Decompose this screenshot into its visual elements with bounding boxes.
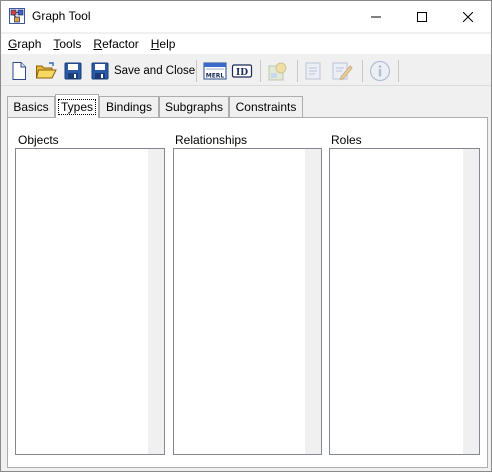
minimize-button[interactable]: [353, 1, 399, 32]
minimize-icon: [371, 16, 381, 17]
graph-tool-app-icon: [9, 8, 25, 24]
tab-types[interactable]: Types: [55, 94, 99, 118]
graph-tool-window: Graph Tool Graph Tools Refactor Help Sav…: [0, 0, 492, 472]
edit-document-icon: [332, 62, 353, 81]
toolbar-separator: [398, 60, 399, 82]
info-icon: [369, 60, 391, 82]
edit-document-button[interactable]: [331, 60, 353, 82]
id-button[interactable]: ID: [231, 60, 253, 82]
document-icon: [305, 62, 321, 80]
close-button[interactable]: [445, 1, 491, 32]
open-button[interactable]: [35, 60, 57, 82]
toolbar: Save and Close MERL ID: [1, 56, 491, 86]
close-icon: [463, 11, 473, 22]
id-icon: ID: [231, 64, 253, 78]
merl-icon: MERL: [203, 62, 227, 80]
tab-bindings[interactable]: Bindings: [99, 96, 159, 117]
objects-list-scrollbar[interactable]: [148, 149, 164, 454]
save-button[interactable]: [63, 60, 83, 82]
menu-help[interactable]: Help: [144, 34, 181, 54]
save-icon: [91, 62, 109, 80]
roles-list-scrollbar[interactable]: [463, 149, 479, 454]
graph-properties-button[interactable]: [267, 60, 289, 82]
tab-basics[interactable]: Basics: [7, 96, 55, 117]
menu-bar: Graph Tools Refactor Help: [1, 34, 491, 54]
toolbar-separator: [362, 60, 363, 82]
svg-text:MERL: MERL: [206, 73, 225, 80]
info-button[interactable]: [369, 60, 391, 82]
toolbar-separator: [297, 60, 298, 82]
toolbar-separator: [260, 60, 261, 82]
objects-list[interactable]: [15, 148, 165, 455]
svg-text:ID: ID: [236, 68, 248, 78]
new-button[interactable]: [9, 60, 29, 82]
roles-label: Roles: [331, 133, 362, 147]
menu-graph[interactable]: Graph: [1, 34, 46, 54]
save-and-close-label: Save and Close: [114, 65, 196, 77]
maximize-icon: [417, 11, 427, 22]
menu-tools[interactable]: Tools: [46, 34, 86, 54]
save-and-close-button[interactable]: Save and Close: [90, 60, 195, 82]
objects-label: Objects: [18, 133, 59, 147]
window-title: Graph Tool: [32, 9, 91, 23]
roles-list[interactable]: [329, 148, 480, 455]
document-button[interactable]: [303, 60, 323, 82]
open-folder-icon: [35, 62, 57, 79]
title-bar: Graph Tool: [1, 1, 491, 32]
menu-refactor[interactable]: Refactor: [86, 34, 143, 54]
save-icon: [64, 62, 82, 80]
maximize-button[interactable]: [399, 1, 445, 32]
tab-subgraphs[interactable]: Subgraphs: [159, 96, 229, 117]
merl-button[interactable]: MERL: [203, 60, 227, 82]
relationships-label: Relationships: [175, 133, 248, 147]
tab-constraints[interactable]: Constraints: [229, 96, 303, 117]
toolbar-separator: [196, 60, 197, 82]
new-document-icon: [12, 62, 26, 80]
types-tab-panel: Objects Relationships Roles: [7, 117, 488, 468]
graph-properties-icon: [268, 62, 287, 81]
relationships-list[interactable]: [173, 148, 322, 455]
relationships-list-scrollbar[interactable]: [305, 149, 321, 454]
